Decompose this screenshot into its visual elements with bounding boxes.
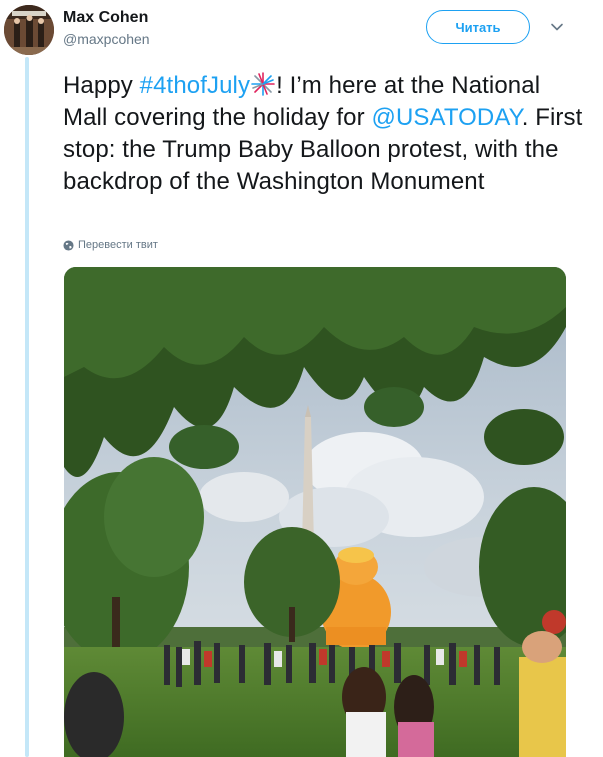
globe-icon xyxy=(63,239,74,251)
fireworks-icon xyxy=(251,72,275,96)
tweet-text: Happy #4thofJuly! I’m here at the Nation… xyxy=(63,70,583,198)
translate-tweet-link[interactable]: Перевести твит xyxy=(63,239,158,251)
chevron-down-icon[interactable] xyxy=(550,20,564,34)
hashtag-link[interactable]: #4thofJuly xyxy=(140,72,250,99)
tweet-text-part: Happy xyxy=(63,72,140,99)
author-name[interactable]: Max Cohen xyxy=(63,8,150,28)
avatar[interactable] xyxy=(4,5,54,55)
author-handle[interactable]: @maxpcohen xyxy=(63,30,150,48)
tweet-photo[interactable] xyxy=(64,267,566,757)
follow-button[interactable]: Читать xyxy=(426,10,530,44)
thread-line xyxy=(25,57,29,757)
translate-label[interactable]: Перевести твит xyxy=(78,239,158,251)
author-block[interactable]: Max Cohen @maxpcohen xyxy=(63,8,150,48)
mention-link[interactable]: @USATODAY xyxy=(371,104,521,131)
